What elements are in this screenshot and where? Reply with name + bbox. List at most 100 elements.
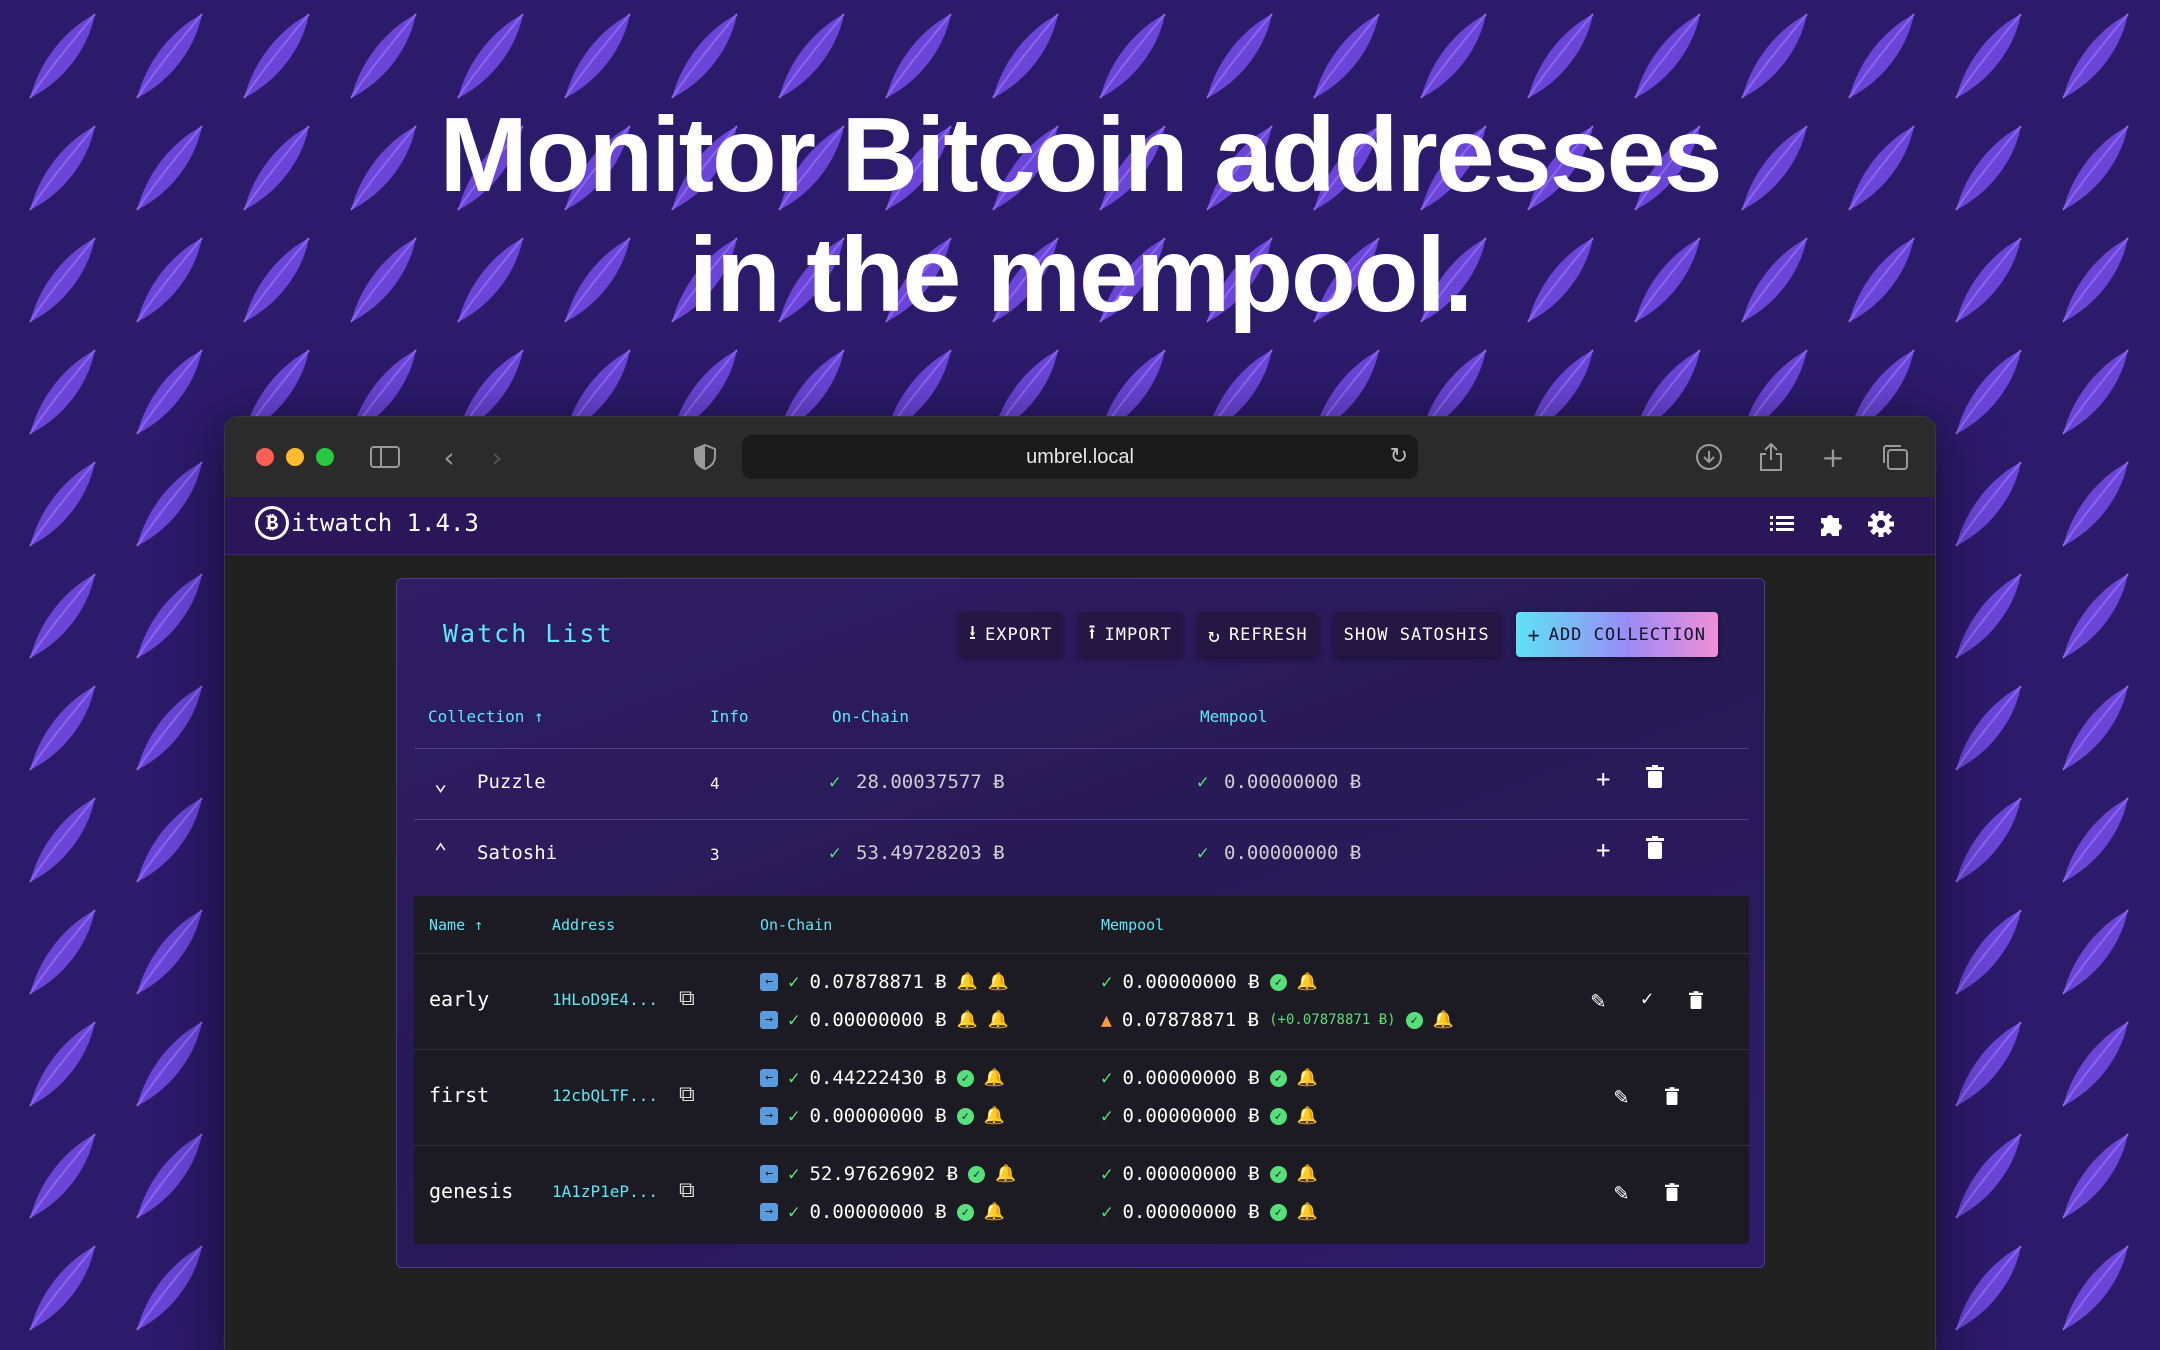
url-text: umbrel.local [1026,445,1134,468]
chevron-up-icon[interactable]: ⌃ [434,840,447,865]
onchain-in-line: ← ✓ 0.44222430 Ƀ ✓ 🔔 [760,1067,1005,1089]
bell-icon[interactable]: 🔔 [1297,1164,1318,1184]
add-address-icon[interactable]: + [1596,836,1610,864]
import-button[interactable]: ⭱ IMPORT [1078,612,1182,657]
collection-row[interactable]: ⌃ Satoshi 3 ✓ 53.49728203 Ƀ ✓ 0.00000000… [414,819,1749,889]
check-circle-icon: ✓ [1269,1165,1287,1183]
table-row[interactable]: early 1HLoD9E4... ⧉ ← ✓ 0.07878871 Ƀ 🔔 🔔 →… [414,953,1749,1049]
address-column-header[interactable]: Address [552,916,615,934]
edit-icon[interactable]: ✎ [1614,1082,1628,1110]
url-bar[interactable]: umbrel.local ↻ [742,435,1418,479]
close-window-button[interactable] [256,448,274,466]
bell-icon[interactable]: 🔔 [1297,1202,1318,1222]
trash-icon[interactable] [1689,988,1703,1016]
check-circle-icon: ✓ [956,1203,974,1221]
bell-icon[interactable]: 🔔 [995,1164,1016,1184]
mempool-column-header[interactable]: Mempool [1200,707,1267,726]
refresh-label: REFRESH [1228,624,1308,645]
bell-icon[interactable]: 🔔 [1433,1010,1454,1030]
collection-row[interactable]: ⌄ Puzzle 4 ✓ 28.00037577 Ƀ ✓ 0.00000000 … [414,748,1749,818]
bell-icon[interactable]: 🔔 [957,972,978,992]
back-icon[interactable]: ‹ [431,439,467,475]
collection-info: 3 [710,845,720,864]
table-row[interactable]: genesis 1A1zP1eP... ⧉ ← ✓ 52.97626902 Ƀ ✓… [414,1145,1749,1241]
onchain-in-value: 0.07878871 Ƀ [809,971,947,993]
app-brand[interactable]: ₿ itwatch 1.4.3 [255,506,479,540]
onchain-column-header[interactable]: On-Chain [760,916,832,934]
edit-icon[interactable]: ✎ [1591,986,1605,1014]
mempool-in-line: ✓ 0.00000000 Ƀ ✓ 🔔 [1101,971,1318,993]
onchain-in-value: 52.97626902 Ƀ [809,1163,959,1185]
incoming-icon: ← [760,973,778,991]
bell-icon[interactable]: 🔔 [1297,1068,1318,1088]
check-icon: ✓ [1101,1163,1113,1185]
check-icon: ✓ [1197,842,1209,864]
gear-icon[interactable] [1867,510,1895,545]
mempool-in-value: 0.00000000 Ƀ [1122,1067,1260,1089]
collection-name: Satoshi [477,842,558,864]
bitcoin-logo-icon: ₿ [255,506,289,540]
collection-column-header[interactable]: Collection ↑ [428,707,544,726]
copy-icon[interactable]: ⧉ [679,986,695,1011]
refresh-button[interactable]: ↻ REFRESH [1197,612,1318,657]
import-label: IMPORT [1104,624,1172,645]
bell-icon[interactable]: 🔔 [988,1010,1009,1030]
check-icon: ✓ [1101,1201,1113,1223]
bell-icon[interactable]: 🔔 [984,1106,1005,1126]
minimize-window-button[interactable] [286,448,304,466]
check-circle-icon: ✓ [968,1165,986,1183]
trash-icon[interactable] [1665,1084,1679,1112]
bell-icon[interactable]: 🔔 [984,1202,1005,1222]
outgoing-icon: → [760,1203,778,1221]
table-row[interactable]: first 12cbQLTF... ⧉ ← ✓ 0.44222430 Ƀ ✓ 🔔 →… [414,1049,1749,1145]
shield-icon[interactable] [687,439,723,475]
add-collection-button[interactable]: + ADD COLLECTION [1515,612,1718,657]
hero-headline: Monitor Bitcoin addresses in the mempool… [0,95,2160,335]
trash-icon[interactable] [1665,1180,1679,1208]
add-address-icon[interactable]: + [1596,765,1610,793]
mempool-out-line: ✓ 0.00000000 Ƀ ✓ 🔔 [1101,1105,1318,1127]
info-column-header[interactable]: Info [710,707,749,726]
check-icon: ✓ [788,1067,800,1089]
copy-icon[interactable]: ⧉ [679,1082,695,1107]
trash-icon[interactable] [1646,765,1664,795]
share-icon[interactable] [1753,439,1789,475]
downloads-icon[interactable] [1691,439,1727,475]
onchain-in-line: ← ✓ 52.97626902 Ƀ ✓ 🔔 [760,1163,1016,1185]
reload-icon[interactable]: ↻ [1390,443,1408,469]
add-collection-label: ADD COLLECTION [1548,624,1706,645]
name-column-header[interactable]: Name ↑ [429,916,483,934]
sidebar-toggle-icon[interactable] [367,439,403,475]
export-button[interactable]: ⭳ EXPORT [959,612,1063,657]
check-circle-icon: ✓ [1405,1011,1423,1029]
tab-overview-icon[interactable] [1877,439,1913,475]
maximize-window-button[interactable] [316,448,334,466]
check-icon: ✓ [1101,1067,1113,1089]
bell-icon[interactable]: 🔔 [1297,972,1318,992]
edit-icon[interactable]: ✎ [1614,1178,1628,1206]
check-icon: ✓ [788,1009,800,1031]
mempool-out-value: 0.00000000 Ƀ [1122,1105,1260,1127]
trash-icon[interactable] [1646,836,1664,866]
puzzle-icon[interactable] [1817,510,1845,545]
address-value: 1A1zP1eP... [552,1182,658,1201]
bell-icon[interactable]: 🔔 [957,1010,978,1030]
chevron-down-icon[interactable]: ⌄ [434,771,447,796]
bell-icon[interactable]: 🔔 [1297,1106,1318,1126]
onchain-out-value: 0.00000000 Ƀ [809,1105,947,1127]
show-satoshis-button[interactable]: SHOW SATOSHIS [1333,612,1500,657]
onchain-column-header[interactable]: On-Chain [832,707,909,726]
new-tab-icon[interactable]: + [1815,439,1851,475]
plus-icon: + [1527,622,1541,647]
copy-icon[interactable]: ⧉ [679,1178,695,1203]
check-icon[interactable]: ✓ [1641,986,1653,1010]
list-icon[interactable] [1769,510,1795,545]
mempool-delta: (+0.07878871 Ƀ) [1269,1012,1396,1028]
collection-name: Puzzle [477,771,546,793]
mempool-in-value: 0.00000000 Ƀ [1122,1163,1260,1185]
check-icon: ✓ [1101,971,1113,993]
bell-icon[interactable]: 🔔 [984,1068,1005,1088]
forward-icon[interactable]: › [479,439,515,475]
mempool-column-header[interactable]: Mempool [1101,916,1164,934]
bell-icon[interactable]: 🔔 [988,972,1009,992]
